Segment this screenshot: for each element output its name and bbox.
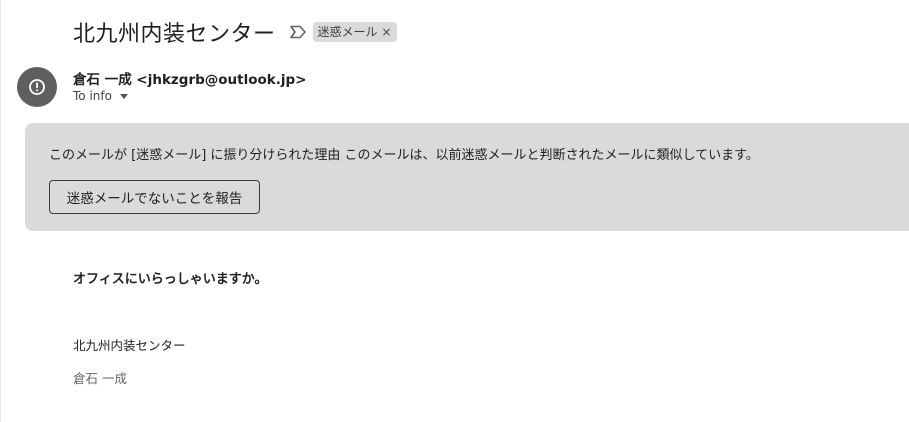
spam-reason-text: このメールが [迷惑メール] に振り分けられた理由 このメールは、以前迷惑メール… [49,148,759,163]
avatar[interactable] [17,67,57,107]
label-chip-spam: 迷惑メール × [312,22,397,42]
remove-label-button[interactable]: × [382,26,392,38]
sender-name-email[interactable]: 倉石 一成 <jhkzgrb@outlook.jp> [73,68,307,88]
chevron-down-icon [119,94,128,99]
label-chip-text: 迷惑メール [317,25,378,39]
spam-warning-banner: このメールが [迷惑メール] に振り分けられた理由 このメールは、以前迷惑メール… [25,123,909,231]
report-not-spam-button[interactable]: 迷惑メールでないことを報告 [49,180,260,214]
email-subject: 北九州内装センター [73,22,276,47]
recipient-details-toggle[interactable]: To info [73,89,128,103]
recipient-text: To info [73,89,112,103]
exclamation-circle-icon [29,79,45,95]
subject-row: 北九州内装センター 迷惑メール × [73,16,397,48]
signature-name: 倉石 一成 [73,371,127,386]
signature-company: 北九州内装センター [73,338,186,353]
message-heading: オフィスにいらっしゃいますか。 [73,272,268,287]
pane-edge [0,0,1,422]
label-importance-outline-icon[interactable] [289,24,307,40]
